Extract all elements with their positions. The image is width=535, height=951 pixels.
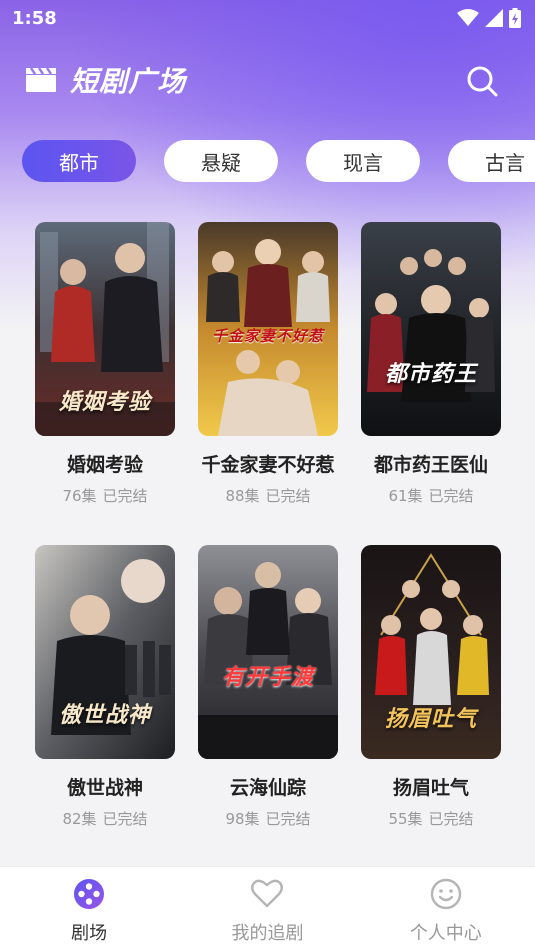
drama-status: 已完结	[265, 810, 311, 828]
film-reel-icon	[74, 879, 105, 909]
drama-card[interactable]: 婚姻考验 婚姻考验 76集 已完结	[35, 222, 175, 506]
cellular-signal-icon	[485, 9, 503, 27]
nav-my-follows[interactable]: 我的追剧	[178, 867, 356, 951]
poster-caption: 千金家妻不好惹	[211, 327, 324, 345]
drama-status: 已完结	[428, 810, 474, 828]
status-icons	[457, 8, 521, 28]
drama-status: 已完结	[102, 487, 148, 505]
tab-guyan[interactable]: 古言	[448, 140, 535, 182]
drama-card[interactable]: 扬眉吐气 扬眉吐气 55集 已完结	[361, 545, 501, 829]
drama-card[interactable]: 千金家妻不好惹 千金家妻不好惹 88集 已完结	[198, 222, 338, 506]
drama-poster[interactable]: 千金家妻不好惹	[198, 222, 338, 436]
drama-title: 千金家妻不好惹	[201, 454, 335, 476]
drama-status: 已完结	[428, 487, 474, 505]
episode-count: 98集	[225, 810, 260, 828]
tab-xianyan[interactable]: 现言	[306, 140, 420, 182]
drama-title: 云海仙踪	[229, 777, 306, 799]
episode-count: 88集	[225, 487, 260, 505]
nav-label: 个人中心	[409, 923, 482, 944]
category-tabs: 都市 悬疑 现言 古言	[22, 140, 535, 182]
drama-meta: 82集 已完结	[35, 808, 175, 829]
poster-caption: 婚姻考验	[58, 389, 151, 415]
episode-count: 61集	[388, 487, 423, 505]
episode-count: 76集	[62, 487, 97, 505]
drama-poster[interactable]: 婚姻考验	[35, 222, 175, 436]
search-icon[interactable]	[465, 64, 499, 98]
drama-card[interactable]: 都市药王 都市药王医仙 61集 已完结	[361, 222, 501, 506]
drama-poster[interactable]: 扬眉吐气	[361, 545, 501, 759]
wifi-icon	[457, 9, 479, 26]
drama-meta: 98集 已完结	[198, 808, 338, 829]
drama-meta: 76集 已完结	[35, 485, 175, 506]
app-title: 短剧广场	[70, 65, 187, 98]
drama-poster[interactable]: 都市药王	[361, 222, 501, 436]
nav-label: 我的追剧	[231, 923, 304, 944]
status-bar: 1:58	[0, 0, 535, 36]
drama-title: 都市药王医仙	[373, 454, 488, 476]
poster-caption: 有开手渡	[221, 664, 314, 690]
episode-count: 82集	[62, 810, 97, 828]
nav-theater[interactable]: 剧场	[0, 867, 178, 951]
drama-poster[interactable]: 傲世战神	[35, 545, 175, 759]
smiley-face-icon	[430, 878, 462, 910]
drama-card[interactable]: 有开手渡 云海仙踪 98集 已完结	[198, 545, 338, 829]
status-time: 1:58	[12, 7, 57, 29]
battery-icon	[509, 8, 521, 28]
poster-caption: 扬眉吐气	[384, 706, 477, 732]
nav-label: 剧场	[71, 923, 108, 944]
drama-meta: 61集 已完结	[361, 485, 501, 506]
nav-profile[interactable]: 个人中心	[357, 867, 535, 951]
drama-status: 已完结	[102, 810, 148, 828]
clapperboard-icon	[26, 68, 56, 92]
drama-title: 傲世战神	[66, 777, 143, 799]
drama-status: 已完结	[265, 487, 311, 505]
drama-poster[interactable]: 有开手渡	[198, 545, 338, 759]
tab-dushi[interactable]: 都市	[22, 140, 136, 182]
drama-title: 婚姻考验	[66, 454, 143, 476]
app-bar: 短剧广场	[0, 52, 535, 108]
drama-meta: 88集 已完结	[198, 485, 338, 506]
drama-title: 扬眉吐气	[392, 777, 469, 799]
poster-caption: 傲世战神	[58, 702, 151, 728]
tab-xuanyi[interactable]: 悬疑	[164, 140, 278, 182]
poster-image	[361, 222, 501, 436]
poster-image	[198, 545, 338, 759]
heart-icon	[251, 879, 284, 908]
episode-count: 55集	[388, 810, 423, 828]
poster-caption: 都市药王	[384, 361, 477, 387]
bottom-navigation: 剧场 我的追剧 个人中心	[0, 866, 535, 951]
drama-meta: 55集 已完结	[361, 808, 501, 829]
drama-card[interactable]: 傲世战神 傲世战神 82集 已完结	[35, 545, 175, 829]
